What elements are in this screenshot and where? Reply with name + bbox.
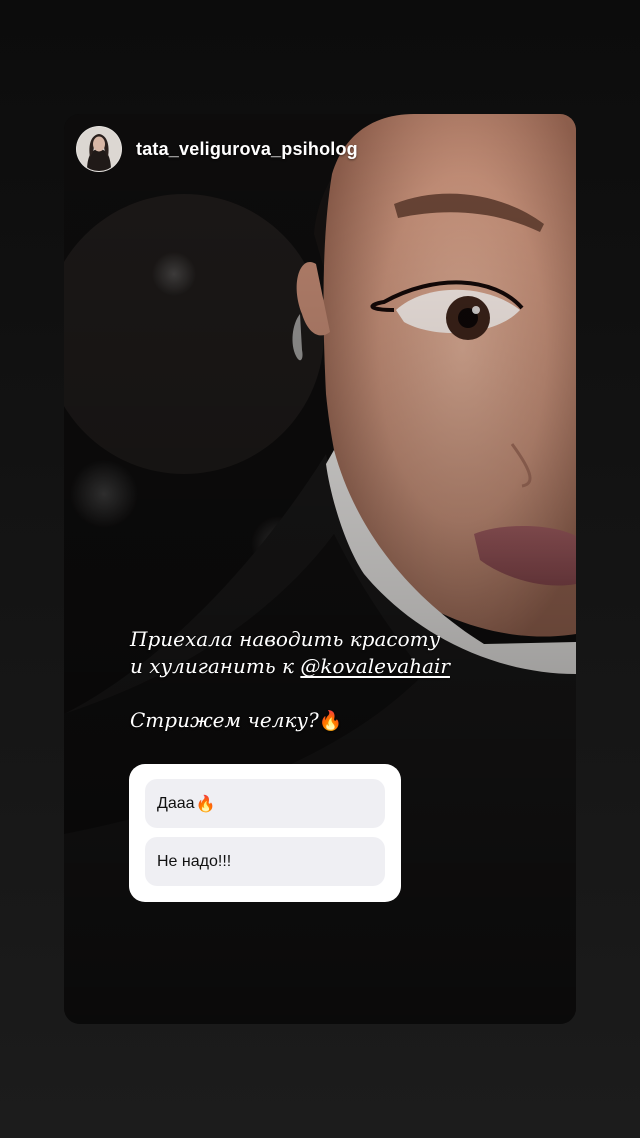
author-username[interactable]: tata_veligurova_psiholog (136, 139, 358, 160)
poll-sticker: Дааа 🔥 Не надо!!! (129, 764, 401, 902)
caption-question-text: Стрижем челку? (130, 708, 319, 732)
poll-option-label: Дааа (157, 794, 195, 812)
poll-option-yes[interactable]: Дааа 🔥 (145, 779, 385, 828)
fire-icon: 🔥 (195, 795, 216, 813)
mention-link[interactable]: @kovalevahair (300, 654, 450, 678)
poll-option-no[interactable]: Не надо!!! (145, 837, 385, 886)
story-caption: Приехала наводить красоту и хулиганить к… (130, 626, 510, 734)
poll-option-label: Не надо!!! (157, 852, 232, 870)
story-card[interactable]: tata_veligurova_psiholog Приехала наводи… (64, 114, 576, 1024)
caption-question: Стрижем челку?🔥 (130, 707, 510, 734)
story-header: tata_veligurova_psiholog (76, 126, 358, 172)
fire-icon: 🔥 (318, 710, 343, 732)
caption-line-2-text: и хулиганить к (130, 654, 301, 678)
caption-line-2: и хулиганить к @kovalevahair (130, 653, 510, 680)
author-avatar[interactable] (76, 126, 122, 172)
story-viewer: tata_veligurova_psiholog Приехала наводи… (0, 0, 640, 1138)
avatar-image (77, 127, 121, 171)
caption-line-1: Приехала наводить красоту (130, 627, 441, 651)
